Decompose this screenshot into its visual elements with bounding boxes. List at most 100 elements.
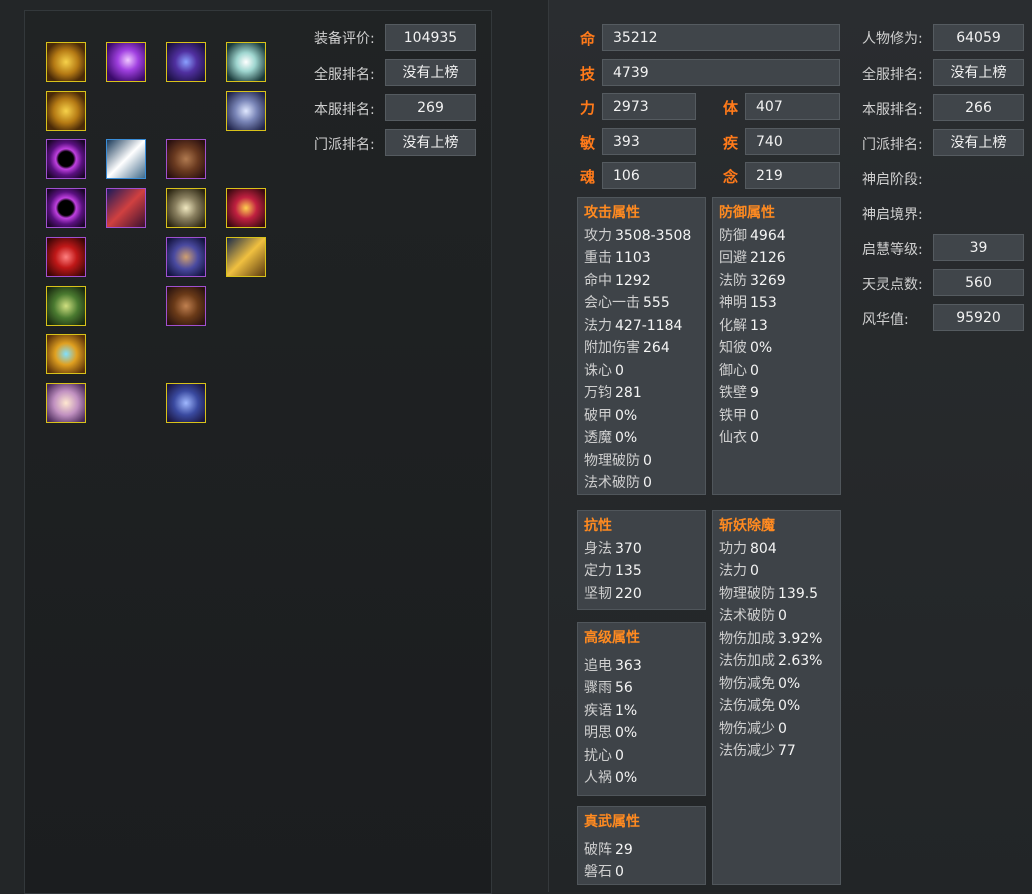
defense-rows: 防御 4964 回避 2126 法防 3269 神明 153 化解 13 知彼 0% 御心 0 铁壁 9 铁甲 0… bbox=[719, 225, 834, 450]
defense-stat-row: 回避 2126 bbox=[719, 247, 834, 270]
stat-value: 0% bbox=[615, 725, 638, 741]
defense-stats-title: 防御属性 bbox=[719, 205, 775, 221]
stat-name: 附加伤害 bbox=[584, 340, 640, 356]
armor-pauldron-icon bbox=[167, 43, 205, 81]
stat-value: 264 bbox=[643, 340, 670, 356]
sect-rank-label: 门派排名: bbox=[314, 137, 375, 153]
zhenwu-stat-row: 破阵 29 bbox=[584, 839, 699, 862]
demon-stat-row: 物伤减少 0 bbox=[719, 718, 834, 741]
advanced-stat-row: 明思 0% bbox=[584, 722, 699, 745]
stat-name: 攻力 bbox=[584, 227, 612, 244]
attack-stat-row: 物理破防 0 bbox=[584, 450, 699, 473]
stat-value: 0 bbox=[750, 362, 759, 379]
brown-robe-icon bbox=[167, 140, 205, 178]
stat-name: 物理破防 bbox=[584, 452, 640, 469]
attr-nian-value: 219 bbox=[745, 162, 840, 189]
stat-value: 135 bbox=[615, 563, 642, 579]
equip-slot-15[interactable] bbox=[166, 237, 206, 277]
equip-slot-12[interactable] bbox=[166, 188, 206, 228]
stat-name: 法防 bbox=[719, 272, 747, 289]
resist-stats-title: 抗性 bbox=[584, 518, 612, 534]
stat-name: 人祸 bbox=[584, 770, 612, 786]
equip-slot-21[interactable] bbox=[166, 383, 206, 423]
attr-nian-label: 念 bbox=[723, 168, 739, 186]
equip-slot-6[interactable] bbox=[226, 91, 266, 131]
attack-stat-row: 破甲 0% bbox=[584, 405, 699, 428]
stat-value: 0% bbox=[615, 770, 638, 786]
stat-name: 神明 bbox=[719, 295, 747, 311]
resist-stat-row: 定力 135 bbox=[584, 560, 699, 583]
attack-stat-row: 法力 427-1184 bbox=[584, 315, 699, 338]
attack-stat-row: 附加伤害 264 bbox=[584, 337, 699, 360]
stat-name: 明思 bbox=[584, 725, 612, 741]
equip-slot-17[interactable] bbox=[46, 286, 86, 326]
spirit-points-label: 天灵点数: bbox=[862, 277, 923, 293]
silver-armor-icon bbox=[167, 189, 205, 227]
equip-slot-16[interactable] bbox=[226, 237, 266, 277]
equip-slot-2[interactable] bbox=[106, 42, 146, 82]
stat-name: 骤雨 bbox=[584, 680, 612, 696]
dark-ring-icon bbox=[47, 140, 85, 178]
attr-hun-label: 魂 bbox=[580, 168, 596, 186]
equip-slot-11[interactable] bbox=[106, 188, 146, 228]
stat-value: 0% bbox=[778, 698, 801, 714]
stat-value: 1292 bbox=[615, 272, 651, 289]
sect-rank-value: 没有上榜 bbox=[385, 129, 476, 156]
attr-jiyi-label: 疾 bbox=[723, 134, 739, 152]
jade-box-icon bbox=[47, 287, 85, 325]
equip-slot-3[interactable] bbox=[166, 42, 206, 82]
parchment-icon bbox=[47, 384, 85, 422]
attr-ti-label: 体 bbox=[723, 99, 739, 117]
stat-value: 0 bbox=[643, 452, 652, 469]
equip-slot-20[interactable] bbox=[46, 383, 86, 423]
demon-stats-title: 斩妖除魔 bbox=[719, 518, 775, 534]
defense-stat-row: 知彼 0% bbox=[719, 337, 834, 360]
stat-name: 诛心 bbox=[584, 362, 612, 379]
stat-value: 0% bbox=[750, 340, 773, 356]
attr-ming-value: 35212 bbox=[602, 24, 840, 51]
demon-stat-row: 功力 804 bbox=[719, 538, 834, 561]
defense-stat-row: 御心 0 bbox=[719, 360, 834, 383]
equip-slot-19[interactable] bbox=[46, 334, 86, 374]
equip-slot-1[interactable] bbox=[46, 42, 86, 82]
defense-stat-row: 仙衣 0 bbox=[719, 427, 834, 450]
attr-min-value: 393 bbox=[602, 128, 696, 155]
equip-slot-9[interactable] bbox=[166, 139, 206, 179]
dark-ring-icon bbox=[47, 189, 85, 227]
equip-slot-13[interactable] bbox=[226, 188, 266, 228]
stat-value: 0% bbox=[615, 407, 638, 424]
equip-slot-8[interactable] bbox=[106, 139, 146, 179]
advanced-stat-row: 追电 363 bbox=[584, 655, 699, 678]
advanced-rows: 追电 363 骤雨 56 疾语 1% 明思 0% 扰心 0 人祸 0% bbox=[584, 655, 699, 790]
equip-slot-7[interactable] bbox=[46, 139, 86, 179]
server-rank-all-label: 全服排名: bbox=[314, 67, 375, 83]
equip-slot-10[interactable] bbox=[46, 188, 86, 228]
equip-slot-18[interactable] bbox=[166, 286, 206, 326]
equip-slot-5[interactable] bbox=[46, 91, 86, 131]
gold-crest-icon bbox=[47, 335, 85, 373]
attr-li-label: 力 bbox=[580, 99, 596, 117]
attack-stats-box: 攻击属性 攻力 3508-3508 重击 1103 命中 1292 会心一击 555 法力 427… bbox=[577, 197, 706, 495]
stat-name: 磐石 bbox=[584, 864, 612, 880]
stat-name: 知彼 bbox=[719, 340, 747, 356]
defense-stat-row: 化解 13 bbox=[719, 315, 834, 338]
demon-stat-row: 法术破防 0 bbox=[719, 605, 834, 628]
cultivation-rank-local-label: 本服排名: bbox=[862, 102, 923, 118]
advanced-stat-row: 扰心 0 bbox=[584, 745, 699, 768]
equip-slot-14[interactable] bbox=[46, 237, 86, 277]
stat-name: 回避 bbox=[719, 250, 747, 266]
wisdom-level-label: 启慧等级: bbox=[862, 242, 923, 258]
stat-value: 56 bbox=[615, 680, 633, 696]
stat-value: 3269 bbox=[750, 272, 786, 289]
attr-jiyi-value: 740 bbox=[745, 128, 840, 155]
stat-name: 破阵 bbox=[584, 841, 612, 858]
stat-value: 13 bbox=[750, 317, 768, 334]
stat-name: 法伤减免 bbox=[719, 698, 775, 714]
stat-name: 物伤加成 bbox=[719, 630, 775, 647]
gold-ornament-icon bbox=[47, 92, 85, 130]
stat-name: 重击 bbox=[584, 250, 612, 266]
server-rank-all-value: 没有上榜 bbox=[385, 59, 476, 86]
red-scroll-icon bbox=[107, 189, 145, 227]
stat-name: 疾语 bbox=[584, 702, 612, 719]
equip-slot-4[interactable] bbox=[226, 42, 266, 82]
